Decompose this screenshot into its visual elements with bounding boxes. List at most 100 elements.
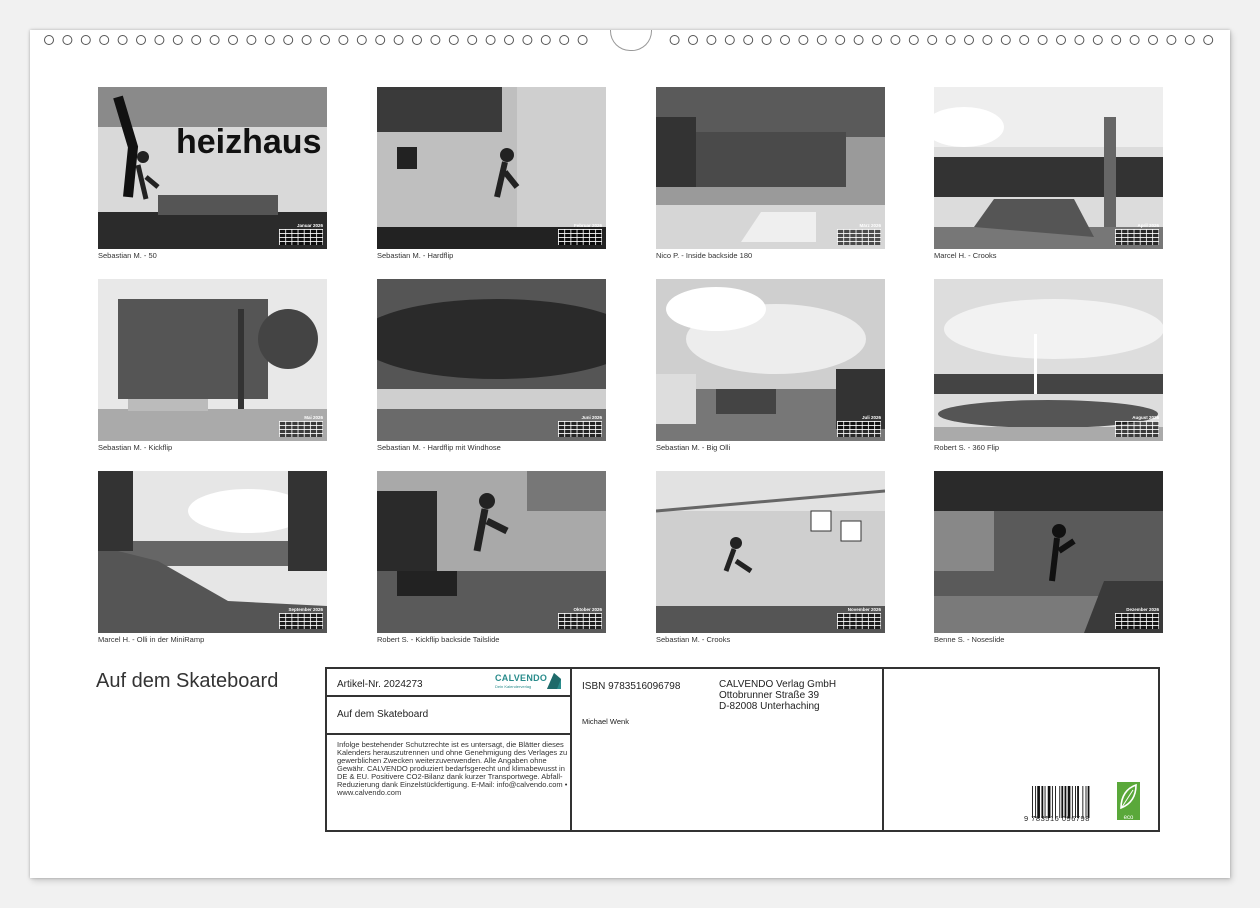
calendar-photo: Juni 2026 — [377, 279, 606, 441]
binding-ring — [1019, 35, 1030, 45]
binding-ring — [1056, 35, 1066, 45]
mini-calendar-grid — [1115, 613, 1159, 629]
photo-caption: Marcel H. - Crooks — [934, 251, 997, 260]
binding-ring — [908, 35, 919, 45]
binding-ring — [835, 35, 846, 45]
binding-ring — [62, 35, 73, 45]
binding-ring — [356, 35, 367, 45]
mini-calendar: Dezember 2026 — [1115, 607, 1159, 629]
binding-ring — [154, 35, 165, 45]
calendar-photo: heizhaus Januar 2026 — [98, 87, 327, 249]
binding-ring — [301, 35, 312, 45]
binding-ring — [890, 35, 901, 45]
mini-calendar: September 2026 — [279, 607, 323, 629]
binding-ring — [1148, 35, 1158, 45]
binding-ring — [688, 35, 698, 45]
isbn: ISBN 9783516096798 — [582, 681, 681, 692]
mini-calendar: Juli 2026 — [837, 415, 881, 437]
binding-ring — [1037, 35, 1048, 45]
binding-ring — [264, 35, 275, 45]
photo-caption: Nico P. - Inside backside 180 — [656, 251, 753, 260]
calendar-photo: April 2026 — [934, 87, 1163, 249]
binding-ring — [393, 35, 404, 45]
month-label: Oktober 2026 — [573, 607, 602, 612]
author: Michael Wenk — [582, 717, 629, 726]
calendar-photo: Oktober 2026 — [377, 471, 606, 633]
leaf-icon — [1120, 783, 1137, 810]
mini-calendar: November 2026 — [837, 607, 881, 629]
calvendo-tagline: Dein Kalenderverlag — [495, 684, 532, 689]
month-label: Juli 2026 — [861, 415, 881, 420]
binding-ring — [375, 35, 386, 45]
binding-ring — [504, 35, 514, 45]
binding-ring — [1092, 35, 1103, 45]
binding-ring — [780, 35, 790, 45]
photo-caption: Robert S. - 360 Flip — [934, 443, 1000, 452]
publisher-name: CALVENDO Verlag GmbH — [719, 679, 837, 690]
binding-ring — [467, 35, 478, 45]
binding-ring — [761, 35, 772, 45]
binding-ring — [1129, 35, 1140, 45]
photo-caption: Sebastian M. - Kickflip — [98, 443, 173, 452]
binding-ring — [872, 35, 882, 45]
calendar-photo: Februar 2026 — [377, 87, 606, 249]
binding-ring — [1184, 35, 1195, 45]
binding-ring — [485, 35, 496, 45]
binding-ring — [577, 35, 588, 45]
calvendo-logo-icon — [547, 673, 561, 689]
month-label: Juni 2026 — [581, 415, 602, 420]
binding-ring — [964, 35, 974, 45]
binding-ring — [945, 35, 956, 45]
binding-ring — [522, 35, 533, 45]
binding-ring — [1111, 35, 1122, 45]
binding-ring — [44, 35, 54, 45]
binding-ring — [338, 35, 349, 45]
mini-calendar: Mai 2026 — [279, 415, 323, 437]
calendar-photo: März 2026 — [656, 87, 885, 249]
binding-ring — [927, 35, 938, 45]
info-column-left: Artikel-Nr. 2024273 CALVENDO Dein Kalend… — [327, 669, 572, 830]
binding-ring — [430, 35, 441, 45]
month-label: März 2026 — [859, 223, 881, 228]
mini-calendar: März 2026 — [837, 223, 881, 245]
binding-ring — [320, 35, 330, 45]
calvendo-logo: CALVENDO — [495, 673, 548, 683]
mini-calendar: Juni 2026 — [558, 415, 602, 437]
binding-ring — [743, 35, 754, 45]
binding-ring — [136, 35, 146, 45]
mini-calendar: April 2026 — [1115, 223, 1159, 245]
mini-calendar-grid — [837, 421, 881, 437]
month-label: August 2026 — [1132, 415, 1159, 420]
month-label: Februar 2026 — [573, 223, 602, 228]
mini-calendar-grid — [837, 613, 881, 629]
binding-ring — [1000, 35, 1011, 45]
mini-calendar-grid — [279, 421, 323, 437]
eco-label: eco — [1117, 782, 1140, 821]
binding-ring — [798, 35, 809, 45]
binding-ring — [412, 35, 422, 45]
info-box: Artikel-Nr. 2024273 CALVENDO Dein Kalend… — [325, 667, 1160, 832]
mini-calendar-grid — [558, 421, 602, 437]
binding-ring — [1166, 35, 1177, 45]
binding-ring — [706, 35, 717, 45]
binding-ring — [209, 35, 220, 45]
product-title: Auf dem Skateboard — [337, 709, 429, 720]
binding-ring — [172, 35, 183, 45]
heizhaus-sign: heizhaus — [176, 123, 321, 161]
calendar-photo: August 2026 — [934, 279, 1163, 441]
binding-ring — [982, 35, 993, 45]
binding-ring — [1074, 35, 1085, 45]
mini-calendar-grid — [1115, 421, 1159, 437]
month-label: Mai 2026 — [304, 415, 323, 420]
month-label: April 2026 — [1137, 223, 1159, 228]
calendar-photo: November 2026 — [656, 471, 885, 633]
publisher-street: Ottobrunner Straße 39 — [719, 690, 820, 701]
binding-ring — [80, 35, 91, 45]
binding-ring — [724, 35, 735, 45]
month-label: Januar 2026 — [296, 223, 323, 228]
mini-calendar: Februar 2026 — [558, 223, 602, 245]
calendar-photo: September 2026 — [98, 471, 327, 633]
month-label: Dezember 2026 — [1126, 607, 1159, 612]
binding-ring — [1203, 35, 1214, 45]
calendar-photo: Mai 2026 — [98, 279, 327, 441]
